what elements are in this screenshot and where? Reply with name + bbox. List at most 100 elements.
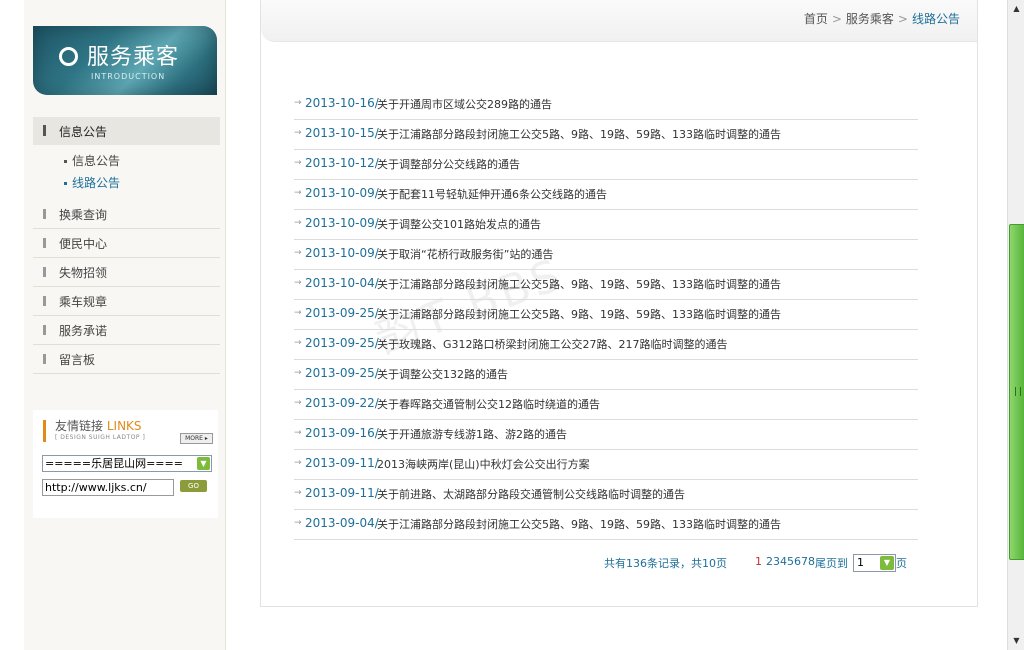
pager-page-label: 页 (896, 557, 907, 570)
submenu: 信息公告 线路公告 (64, 152, 120, 196)
links-desc: [ DESIGN SUIGH LADTOP ] (55, 434, 146, 441)
sidebar-item-label: 留言板 (59, 353, 96, 367)
list-item[interactable]: → 2013-09-04/关于江浦路部分路段封闭施工公交5路、9路、19路、59路… (294, 510, 918, 540)
notice-title[interactable]: 关于江浦路部分路段封闭施工公交5路、9路、19路、59路、133路临时调整的通告 (377, 516, 781, 532)
breadcrumb-sep: > (831, 12, 842, 26)
menu-bar-icon (43, 238, 46, 248)
notice-title[interactable]: 关于取消“花桥行政服务街”站的通告 (377, 246, 553, 262)
notice-date[interactable]: 2013-09-11/ (305, 456, 379, 470)
list-item[interactable]: → 2013-09-11/2013海峡两岸(昆山)中秋灯会公交出行方案 (294, 450, 918, 480)
bullet-icon (64, 182, 67, 185)
select-value: =====乐居昆山网==== (45, 457, 183, 470)
sidebar-item-lost-found[interactable]: 失物招领 (33, 258, 220, 287)
submenu-item-route[interactable]: 线路公告 (64, 174, 120, 196)
grip-icon (1015, 387, 1021, 396)
breadcrumb-section[interactable]: 服务乘客 (846, 12, 894, 26)
pager-total: 共有136条记录，共10页 (604, 557, 727, 570)
friend-links-box: 友情链接 LINKS [ DESIGN SUIGH LADTOP ] MORE … (33, 410, 218, 518)
bullet-icon (64, 160, 67, 163)
breadcrumb-current: 线路公告 (911, 12, 960, 26)
sidebar-item-notices[interactable]: 信息公告 (33, 117, 220, 145)
menu-bar-icon (43, 354, 46, 364)
notice-title[interactable]: 2013海峡两岸(昆山)中秋灯会公交出行方案 (377, 456, 590, 472)
sidebar-item-transfer[interactable]: 换乘查询 (33, 200, 220, 229)
url-input[interactable]: http://www.ljks.cn/ (42, 479, 174, 496)
banner-title: 服务乘客 (87, 45, 180, 70)
list-item[interactable]: → 2013-10-15/关于江浦路部分路段封闭施工公交5路、9路、19路、59路… (294, 120, 918, 150)
vertical-scrollbar[interactable]: ▲ ▼ (1007, 0, 1024, 650)
notice-date[interactable]: 2013-10-16/ (305, 96, 379, 110)
notice-title[interactable]: 关于前进路、太湖路部分路段交通管制公交线路临时调整的通告 (377, 486, 685, 502)
sidebar-item-guestbook[interactable]: 留言板 (33, 345, 220, 374)
chevron-down-icon[interactable]: ▼ (197, 457, 210, 470)
menu-bar-icon (43, 267, 46, 277)
sidebar-item-convenience[interactable]: 便民中心 (33, 229, 220, 258)
list-item[interactable]: → 2013-09-11/关于前进路、太湖路部分路段交通管制公交线路临时调整的通告 (294, 480, 918, 510)
notice-title[interactable]: 关于玫瑰路、G312路口桥梁封闭施工公交27路、217路临时调整的通告 (377, 336, 728, 352)
submenu-item-info[interactable]: 信息公告 (64, 152, 120, 174)
notice-date[interactable]: 2013-09-25/ (305, 366, 379, 380)
page-select-value: 1 (857, 556, 864, 569)
list-item[interactable]: → 2013-10-09/关于调整公交101路始发点的通告 (294, 210, 918, 240)
list-item[interactable]: → 2013-10-09/关于取消“花桥行政服务街”站的通告 (294, 240, 918, 270)
scroll-down-icon[interactable]: ▼ (1010, 634, 1023, 648)
sidebar-item-label: 乘车规章 (59, 295, 108, 309)
list-item[interactable]: → 2013-09-22/关于春晖路交通管制公交12路临时绕道的通告 (294, 390, 918, 420)
notice-date[interactable]: 2013-09-16/ (305, 426, 379, 440)
notice-date[interactable]: 2013-10-04/ (305, 276, 379, 290)
pager-page-links[interactable]: 2345678 (766, 555, 815, 568)
notice-date[interactable]: 2013-09-11/ (305, 486, 379, 500)
list-item[interactable]: → 2013-09-25/关于玫瑰路、G312路口桥梁封闭施工公交27路、217路… (294, 330, 918, 360)
notice-date[interactable]: 2013-09-25/ (305, 306, 379, 320)
list-item[interactable]: → 2013-10-04/关于江浦路部分路段封闭施工公交5路、9路、19路、59路… (294, 270, 918, 300)
banner-subtitle: INTRODUCTION (91, 72, 166, 81)
sidebar-item-label: 换乘查询 (59, 208, 108, 222)
scroll-up-icon[interactable]: ▲ (1010, 2, 1023, 16)
arrow-right-icon: → (294, 458, 302, 468)
notice-title[interactable]: 关于江浦路部分路段封闭施工公交5路、9路、19路、59路、133路临时调整的通告 (377, 306, 781, 322)
notice-date[interactable]: 2013-10-15/ (305, 126, 379, 140)
menu-bar-icon (43, 325, 46, 335)
circle-icon (59, 47, 78, 66)
notice-date[interactable]: 2013-09-22/ (305, 396, 379, 410)
sidebar-item-rules[interactable]: 乘车规章 (33, 287, 220, 316)
notice-date[interactable]: 2013-10-12/ (305, 156, 379, 170)
sidebar-item-commitment[interactable]: 服务承诺 (33, 316, 220, 345)
notice-title[interactable]: 关于江浦路部分路段封闭施工公交5路、9路、19路、59路、133路临时调整的通告 (377, 126, 781, 142)
notice-date[interactable]: 2013-10-09/ (305, 246, 379, 260)
sidebar-item-label: 服务承诺 (59, 324, 108, 338)
notice-title[interactable]: 关于调整公交101路始发点的通告 (377, 216, 541, 232)
list-item[interactable]: → 2013-09-16/关于开通旅游专线游1路、游2路的通告 (294, 420, 918, 450)
notice-date[interactable]: 2013-10-09/ (305, 186, 379, 200)
notice-title[interactable]: 关于春晖路交通管制公交12路临时绕道的通告 (377, 396, 600, 412)
more-button[interactable]: MORE ▸ (180, 433, 213, 444)
chevron-down-icon[interactable]: ▼ (880, 556, 894, 570)
notice-date[interactable]: 2013-10-09/ (305, 216, 379, 230)
notice-date[interactable]: 2013-09-25/ (305, 336, 379, 350)
go-button[interactable]: GO (180, 480, 207, 492)
links-title-en: LINKS (106, 419, 142, 433)
breadcrumb-home[interactable]: 首页 (804, 12, 828, 26)
more-label: MORE (185, 435, 203, 442)
notice-title[interactable]: 关于调整公交132路的通告 (377, 366, 508, 382)
pager-current-page: 1 (755, 555, 762, 568)
notice-title[interactable]: 关于开通旅游专线游1路、游2路的通告 (377, 426, 567, 442)
page-select[interactable]: 1 ▼ (853, 554, 896, 572)
notice-date[interactable]: 2013-09-04/ (305, 516, 379, 530)
notice-title[interactable]: 关于开通周市区域公交289路的通告 (377, 96, 552, 112)
accent-bar (43, 420, 46, 442)
scroll-thumb[interactable] (1009, 224, 1024, 560)
notice-title[interactable]: 关于调整部分公交线路的通告 (377, 156, 520, 172)
notice-title[interactable]: 关于江浦路部分路段封闭施工公交5路、9路、19路、59路、133路临时调整的通告 (377, 276, 781, 292)
list-item[interactable]: → 2013-10-12/关于调整部分公交线路的通告 (294, 150, 918, 180)
arrow-right-icon: → (294, 518, 302, 528)
menu-bar-icon (43, 296, 46, 306)
menu-bar-icon (43, 209, 46, 219)
list-item[interactable]: → 2013-10-09/关于配套11号轻轨延伸开通6条公交线路的通告 (294, 180, 918, 210)
friend-links-select[interactable]: =====乐居昆山网==== ▼ (42, 455, 212, 472)
list-item[interactable]: → 2013-09-25/关于调整公交132路的通告 (294, 360, 918, 390)
list-item[interactable]: → 2013-09-25/关于江浦路部分路段封闭施工公交5路、9路、19路、59路… (294, 300, 918, 330)
pager-last-label[interactable]: 尾页到 (815, 555, 848, 571)
list-item[interactable]: → 2013-10-16/关于开通周市区域公交289路的通告 (294, 90, 918, 120)
notice-title[interactable]: 关于配套11号轻轨延伸开通6条公交线路的通告 (377, 186, 607, 202)
